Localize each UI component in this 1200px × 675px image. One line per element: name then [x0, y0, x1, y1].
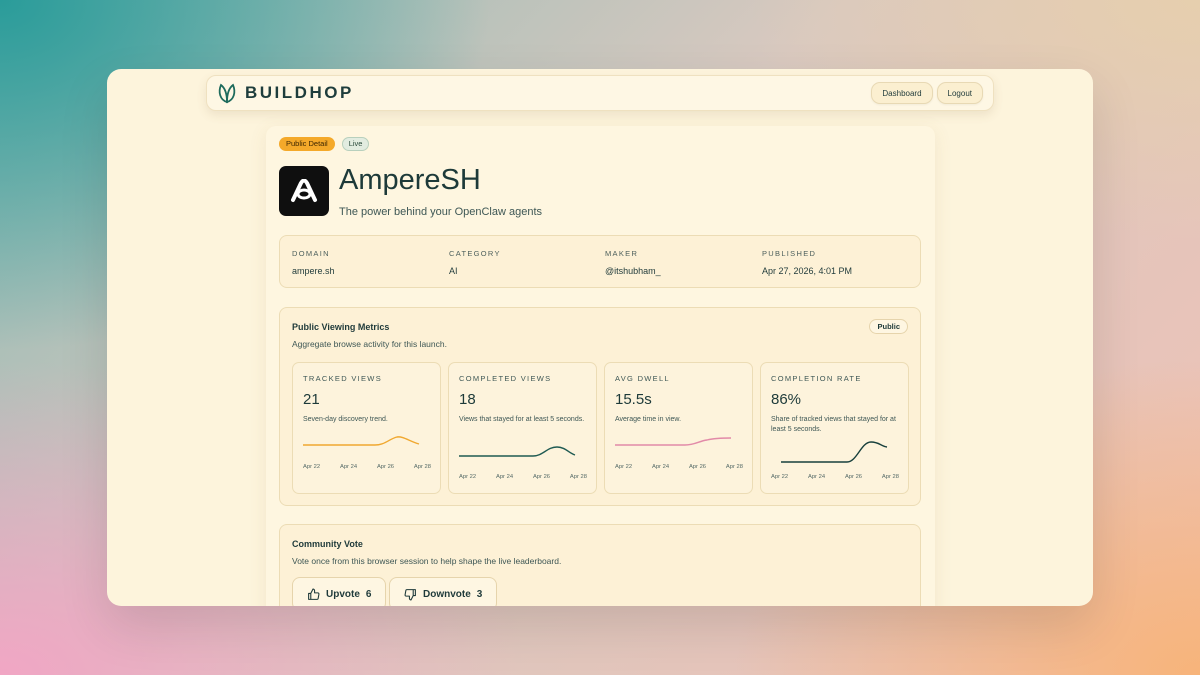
axis-tick: Apr 26: [844, 474, 863, 480]
metric-description: Views that stayed for at least 5 seconds…: [459, 416, 585, 423]
brand-name: BUILDHOP: [245, 83, 354, 102]
browser-window: BUILDHOP Dashboard Logout Public Detail …: [107, 69, 1093, 606]
public-viewing-metrics-panel: Public Viewing Metrics Aggregate browse …: [279, 307, 921, 506]
upvote-count: 6: [365, 588, 372, 600]
sparkline-axis: Apr 22 Apr 24 Apr 26 Apr 28: [771, 474, 899, 480]
dashboard-button[interactable]: Dashboard: [871, 82, 933, 104]
published-value: Apr 27, 2026, 4:01 PM: [762, 266, 853, 276]
category-label: CATEGORY: [449, 249, 501, 258]
vote-subtitle: Vote once from this browser session to h…: [292, 556, 562, 566]
product-tagline: The power behind your OpenClaw agents: [339, 206, 543, 218]
sparkline-path: [459, 446, 576, 457]
upvote-button[interactable]: Upvote 6: [292, 577, 387, 606]
axis-tick: Apr 22: [303, 464, 321, 470]
axis-tick: Apr 26: [532, 474, 551, 480]
axis-tick: Apr 28: [569, 474, 587, 480]
axis-tick: Apr 24: [495, 474, 514, 480]
sparkline-path: [615, 437, 732, 446]
axis-tick: Apr 28: [881, 474, 899, 480]
axis-tick: Apr 22: [771, 474, 789, 480]
axis-tick: Apr 24: [807, 474, 826, 480]
category-value: AI: [449, 266, 458, 276]
thumbs-up-icon: [308, 588, 320, 600]
axis-tick: Apr 26: [688, 464, 707, 470]
logout-button[interactable]: Logout: [936, 82, 983, 104]
top-nav: BUILDHOP Dashboard Logout: [206, 75, 994, 111]
downvote-button[interactable]: Downvote 3: [389, 577, 498, 606]
maker-field: MAKER @itshubham_: [605, 249, 661, 276]
live-badge: Live: [341, 137, 370, 151]
downvote-count: 3: [476, 588, 483, 600]
thumbs-down-icon: [404, 588, 416, 600]
public-detail-badge: Public Detail: [279, 137, 335, 151]
metrics-subtitle: Aggregate browse activity for this launc…: [292, 339, 447, 349]
metric-label: COMPLETED VIEWS: [459, 374, 552, 383]
sparkline: [615, 437, 732, 446]
product-detail-card: Public Detail Live AmpereSH The power be…: [266, 126, 935, 606]
metric-card-completed-views: COMPLETED VIEWS 18 Views that stayed for…: [448, 362, 597, 494]
metric-description: Average time in view.: [615, 416, 682, 423]
upvote-label: Upvote: [326, 588, 360, 600]
sparkline-path: [303, 436, 420, 446]
metrics-title: Public Viewing Metrics: [292, 322, 390, 332]
sparkline-path: [781, 441, 888, 463]
maker-value: @itshubham_: [605, 266, 661, 276]
public-badge: Public: [869, 319, 908, 334]
metric-label: COMPLETION RATE: [771, 374, 862, 383]
sparkline-axis: Apr 22 Apr 24 Apr 26 Apr 28: [303, 464, 431, 470]
published-label: PUBLISHED: [762, 249, 817, 258]
sparkline-axis: Apr 22 Apr 24 Apr 26 Apr 28: [615, 464, 743, 470]
metric-value: 18: [459, 391, 476, 408]
metric-value: 21: [303, 391, 320, 408]
category-field: CATEGORY AI: [449, 249, 501, 276]
axis-tick: Apr 24: [339, 464, 358, 470]
product-info-panel: DOMAIN ampere.sh CATEGORY AI MAKER @itsh…: [279, 235, 921, 288]
metric-card-avg-dwell: AVG DWELL 15.5s Average time in view. Ap…: [604, 362, 753, 494]
metric-value: 15.5s: [615, 391, 652, 408]
axis-tick: Apr 22: [615, 464, 633, 470]
sparkline-axis: Apr 22 Apr 24 Apr 26 Apr 28: [459, 474, 587, 480]
product-name: AmpereSH: [339, 164, 481, 196]
metric-label: AVG DWELL: [615, 374, 670, 383]
axis-tick: Apr 28: [413, 464, 431, 470]
maker-label: MAKER: [605, 249, 639, 258]
metric-value: 86%: [771, 391, 802, 408]
downvote-label: Downvote: [423, 588, 471, 600]
metric-description: Share of tracked views that stayed for a…: [771, 416, 896, 433]
sparkline: [781, 441, 888, 463]
brand[interactable]: BUILDHOP: [217, 82, 354, 104]
metric-description: Seven-day discovery trend.: [303, 416, 388, 423]
published-field: PUBLISHED Apr 27, 2026, 4:01 PM: [762, 249, 852, 276]
community-vote-panel: Community Vote Vote once from this brows…: [279, 524, 921, 606]
axis-tick: Apr 28: [725, 464, 743, 470]
metric-card-tracked-views: TRACKED VIEWS 21 Seven-day discovery tre…: [292, 362, 441, 494]
leaf-logo-icon: [218, 83, 236, 104]
domain-label: DOMAIN: [292, 249, 330, 258]
axis-tick: Apr 24: [651, 464, 670, 470]
vote-title: Community Vote: [292, 539, 363, 549]
domain-field: DOMAIN ampere.sh: [292, 249, 335, 276]
domain-value: ampere.sh: [292, 266, 335, 276]
sparkline: [459, 446, 576, 457]
sparkline: [303, 436, 420, 446]
ampere-logo-icon: [279, 166, 329, 216]
metric-label: TRACKED VIEWS: [303, 374, 382, 383]
axis-tick: Apr 26: [376, 464, 395, 470]
axis-tick: Apr 22: [459, 474, 477, 480]
metric-card-completion-rate: COMPLETION RATE 86% Share of tracked vie…: [760, 362, 909, 494]
